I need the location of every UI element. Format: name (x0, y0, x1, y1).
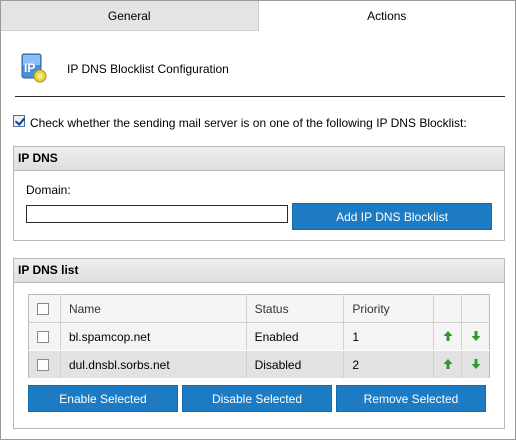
svg-text:IP: IP (24, 61, 35, 75)
row-select-cell (28, 350, 61, 379)
enable-blocklist-label: Check whether the sending mail server is… (30, 116, 467, 130)
table-row[interactable]: dul.dnsbl.sorbs.net Disabled 2 (28, 350, 490, 379)
row-status: Disabled (246, 350, 345, 379)
column-header-priority[interactable]: Priority (343, 294, 435, 323)
ip-dns-list-panel-title: IP DNS list (14, 259, 504, 283)
enable-selected-button[interactable]: Enable Selected (28, 385, 178, 412)
arrow-down-icon[interactable] (471, 358, 481, 369)
ip-dns-panel: IP DNS Domain: Add IP DNS Blocklist (13, 146, 505, 241)
ip-address-icon: IP (21, 53, 47, 83)
row-priority: 2 (343, 350, 435, 379)
remove-selected-button[interactable]: Remove Selected (336, 385, 486, 412)
disable-selected-button[interactable]: Disable Selected (182, 385, 332, 412)
row-priority: 1 (343, 322, 435, 351)
blocklist-table: Name Status Priority bl.spamcop.net Enab… (28, 294, 490, 379)
add-ip-dns-blocklist-button[interactable]: Add IP DNS Blocklist (292, 203, 492, 230)
move-down-cell (461, 322, 490, 351)
select-all-cell (28, 294, 61, 323)
list-action-buttons: Enable Selected Disable Selected Remove … (28, 385, 490, 412)
tab-general[interactable]: General (1, 1, 259, 31)
row-select-cell (28, 322, 61, 351)
select-all-checkbox[interactable] (37, 303, 49, 316)
arrow-down-icon[interactable] (471, 330, 481, 341)
table-row[interactable]: bl.spamcop.net Enabled 1 (28, 322, 490, 351)
arrow-up-icon[interactable] (443, 358, 453, 369)
move-up-cell (433, 322, 463, 351)
header-divider (15, 96, 505, 97)
row-checkbox[interactable] (37, 331, 49, 344)
table-header-row: Name Status Priority (28, 294, 490, 323)
tab-bar: General Actions (1, 1, 515, 31)
tab-actions[interactable]: Actions (258, 1, 515, 31)
enable-blocklist-checkbox[interactable] (13, 115, 25, 127)
move-down-cell (461, 350, 490, 379)
dialog-window: General Actions IP IP DNS Blocklist Conf… (0, 0, 516, 440)
domain-label: Domain: (26, 183, 71, 197)
arrow-up-icon[interactable] (443, 330, 453, 341)
move-up-cell (433, 350, 463, 379)
domain-input[interactable] (26, 205, 288, 223)
column-header-status[interactable]: Status (246, 294, 345, 323)
row-checkbox[interactable] (37, 359, 49, 372)
row-name: dul.dnsbl.sorbs.net (60, 350, 247, 379)
ip-dns-panel-title: IP DNS (14, 147, 504, 171)
row-status: Enabled (246, 322, 345, 351)
column-header-name[interactable]: Name (60, 294, 247, 323)
page-title: IP DNS Blocklist Configuration (67, 62, 229, 76)
row-name: bl.spamcop.net (60, 322, 247, 351)
ip-dns-list-panel: IP DNS list Name Status Priority bl.spam… (13, 258, 505, 429)
column-header-down (461, 294, 490, 323)
column-header-up (433, 294, 463, 323)
